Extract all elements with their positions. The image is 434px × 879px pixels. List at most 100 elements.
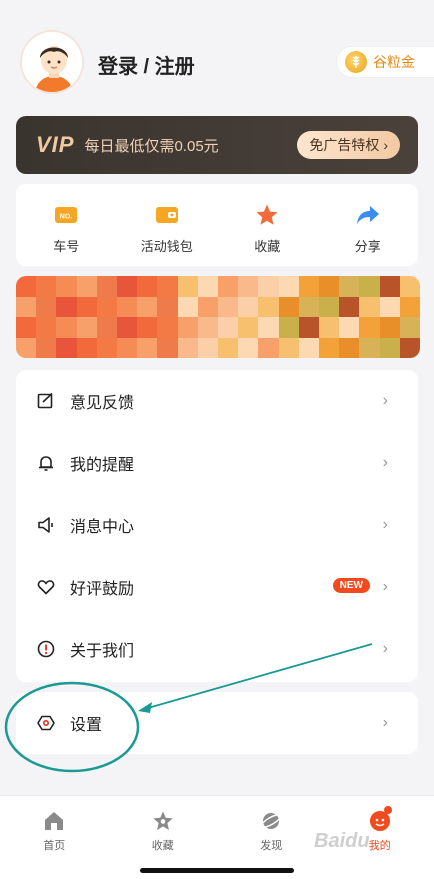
avatar[interactable] bbox=[20, 30, 84, 94]
menu-item-label: 意见反馈 bbox=[70, 395, 135, 412]
banner-mosaic-cell bbox=[197, 317, 218, 338]
heart-icon bbox=[36, 577, 56, 597]
settings-label: 设置 bbox=[70, 717, 103, 734]
chevron-right-icon: › bbox=[382, 640, 388, 657]
menu-item-messages[interactable]: 消息中心 › bbox=[16, 494, 418, 556]
banner-mosaic-cell bbox=[339, 317, 360, 338]
gold-coin-button[interactable]: 谷粒金 bbox=[336, 46, 434, 78]
login-register-link[interactable]: 登录 / 注册 bbox=[98, 50, 195, 79]
banner-mosaic-cell bbox=[197, 296, 218, 317]
banner-mosaic-cell bbox=[339, 276, 360, 297]
banner-mosaic-cell bbox=[177, 317, 198, 338]
tab-favorites[interactable]: 收藏 bbox=[109, 796, 218, 879]
tab-discover[interactable]: 发现 bbox=[217, 796, 326, 879]
menu-item-feedback[interactable]: 意见反馈 › bbox=[16, 370, 418, 432]
banner-mosaic-cell bbox=[56, 337, 77, 358]
banner-mosaic-cell bbox=[379, 276, 400, 297]
banner-mosaic-cell bbox=[16, 337, 37, 358]
tab-label: 发现 bbox=[260, 840, 283, 852]
no-plate-icon: NO. bbox=[53, 202, 79, 228]
menu-item-settings[interactable]: 设置 › bbox=[16, 692, 418, 754]
planet-icon bbox=[260, 810, 282, 832]
quick-item-plate[interactable]: NO. 车号 bbox=[16, 184, 117, 266]
menu-item-rate[interactable]: 好评鼓励 NEW › bbox=[16, 556, 418, 618]
chevron-right-icon: › bbox=[382, 392, 388, 409]
quick-item-wallet[interactable]: 活动钱包 bbox=[117, 184, 218, 266]
tab-label: 我的 bbox=[368, 840, 391, 852]
home-indicator bbox=[140, 868, 294, 873]
avatar-icon bbox=[22, 32, 82, 92]
banner-mosaic-cell bbox=[278, 317, 299, 338]
banner-mosaic-cell bbox=[399, 296, 420, 317]
share-icon bbox=[355, 202, 381, 228]
star-icon bbox=[152, 810, 174, 832]
menu-item-about[interactable]: 关于我们 › bbox=[16, 618, 418, 680]
vip-logo: VIP bbox=[36, 132, 75, 157]
chevron-right-icon: › bbox=[382, 516, 388, 533]
banner-mosaic-cell bbox=[137, 337, 158, 358]
menu-item-label: 好评鼓励 bbox=[70, 581, 135, 598]
banner-mosaic-cell bbox=[278, 276, 299, 297]
banner-mosaic-cell bbox=[117, 337, 138, 358]
banner-mosaic-cell bbox=[56, 317, 77, 338]
banner-mosaic-cell bbox=[16, 296, 37, 317]
info-icon bbox=[36, 639, 56, 659]
banner-mosaic-cell bbox=[137, 276, 158, 297]
banner-mosaic-cell bbox=[298, 296, 319, 317]
banner-mosaic-cell bbox=[359, 337, 380, 358]
quick-item-label: 车号 bbox=[53, 239, 80, 254]
banner-mosaic-cell bbox=[36, 337, 57, 358]
gear-icon bbox=[36, 713, 56, 733]
banner-mosaic-cell bbox=[359, 296, 380, 317]
banner-mosaic-cell bbox=[218, 337, 239, 358]
gold-coin-label: 谷粒金 bbox=[373, 54, 415, 70]
star-icon bbox=[254, 202, 280, 228]
watermark: Baidu bbox=[314, 830, 370, 852]
banner-mosaic-cell bbox=[117, 317, 138, 338]
banner-mosaic-cell bbox=[197, 276, 218, 297]
banner-mosaic-cell bbox=[399, 276, 420, 297]
banner-mosaic-cell bbox=[76, 317, 97, 338]
banner-mosaic-cell bbox=[298, 276, 319, 297]
banner-mosaic-cell bbox=[96, 296, 117, 317]
feedback-icon bbox=[36, 391, 56, 411]
banner-mosaic-cell bbox=[359, 317, 380, 338]
banner-mosaic-cell bbox=[319, 296, 340, 317]
ad-free-privilege-button[interactable]: 免广告特权 › bbox=[297, 131, 400, 159]
banner-mosaic-cell bbox=[197, 337, 218, 358]
tab-label: 首页 bbox=[43, 840, 66, 852]
vip-promo-text: 每日最低仅需0.05元 bbox=[84, 137, 219, 155]
menu-item-reminders[interactable]: 我的提醒 › bbox=[16, 432, 418, 494]
quick-item-share[interactable]: 分享 bbox=[318, 184, 419, 266]
banner-mosaic-cell bbox=[339, 337, 360, 358]
vip-banner[interactable]: VIP 每日最低仅需0.05元 免广告特权 › bbox=[16, 116, 418, 174]
banner-mosaic-cell bbox=[96, 317, 117, 338]
banner-mosaic-cell bbox=[76, 276, 97, 297]
banner-mosaic-cell bbox=[258, 296, 279, 317]
banner-mosaic-cell bbox=[117, 276, 138, 297]
banner-mosaic-cell bbox=[238, 276, 259, 297]
quick-item-label: 收藏 bbox=[254, 239, 281, 254]
banner-mosaic-cell bbox=[36, 296, 57, 317]
promo-banner-image[interactable] bbox=[16, 276, 420, 358]
banner-mosaic-cell bbox=[399, 317, 420, 338]
banner-mosaic-cell bbox=[96, 337, 117, 358]
wallet-icon bbox=[154, 202, 180, 228]
banner-mosaic-cell bbox=[157, 276, 178, 297]
banner-mosaic-cell bbox=[157, 337, 178, 358]
notification-dot bbox=[384, 806, 392, 814]
banner-mosaic-cell bbox=[177, 276, 198, 297]
quick-item-label: 活动钱包 bbox=[140, 239, 193, 254]
banner-mosaic-cell bbox=[258, 337, 279, 358]
quick-item-favorites[interactable]: 收藏 bbox=[217, 184, 318, 266]
banner-mosaic-cell bbox=[218, 317, 239, 338]
menu-list: 意见反馈 › 我的提醒 › 消息中心 › 好评鼓励 NEW › 关于我们 › bbox=[16, 370, 418, 682]
menu-item-label: 消息中心 bbox=[70, 519, 135, 536]
banner-mosaic-cell bbox=[258, 276, 279, 297]
banner-mosaic-cell bbox=[319, 276, 340, 297]
banner-mosaic-cell bbox=[379, 296, 400, 317]
menu-item-label: 关于我们 bbox=[70, 643, 135, 660]
banner-mosaic-cell bbox=[359, 276, 380, 297]
tab-home[interactable]: 首页 bbox=[0, 796, 109, 879]
banner-mosaic-cell bbox=[399, 337, 420, 358]
